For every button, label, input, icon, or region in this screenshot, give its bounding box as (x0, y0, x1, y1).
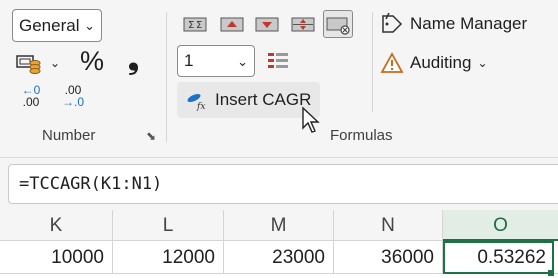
clear-rows-button[interactable] (323, 10, 353, 38)
svg-text:Σ: Σ (196, 20, 202, 31)
move-up-button[interactable] (219, 13, 245, 35)
formula-bar: =TCCAGR(K1:N1) (0, 158, 558, 210)
clear-icon (326, 17, 350, 35)
group-separator (372, 12, 373, 112)
increase-decimal-icon-bottom: .00 (22, 95, 40, 109)
formula-input[interactable]: =TCCAGR(K1:N1) (8, 164, 558, 204)
accounting-format-icon (16, 55, 41, 74)
column-header-l[interactable]: L (113, 210, 224, 241)
decrease-decimal-icon-bottom: →.0 (61, 95, 84, 109)
percent-style-button[interactable]: % (80, 46, 104, 77)
move-down-button[interactable] (254, 13, 280, 35)
auditing-button[interactable]: Auditing ⌄ (380, 51, 488, 75)
cell-k1[interactable]: 10000 (0, 241, 113, 274)
number-format-value: General (19, 15, 80, 35)
cell-l1[interactable]: 12000 (113, 241, 224, 274)
triangle-down-icon (255, 17, 279, 32)
count-dropdown[interactable]: 1 ⌄ (177, 45, 255, 77)
chevron-down-icon: ⌄ (84, 18, 95, 33)
accounting-format-button[interactable]: ⌄ (16, 50, 64, 76)
column-header-row: K L M N O (0, 210, 558, 241)
decrease-decimal-button[interactable]: .00 →.0 (58, 84, 88, 112)
svg-text:fx: fx (196, 102, 205, 111)
comma-style-button[interactable]: ❟ (128, 44, 139, 77)
dialog-launcher-icon[interactable]: ⬊ (146, 129, 156, 143)
expand-rows-button[interactable] (290, 13, 316, 35)
auditing-label: Auditing (410, 53, 472, 72)
cell-o1-selected[interactable]: 0.53262 (443, 241, 554, 274)
formula-text: =TCCAGR(K1:N1) (19, 174, 163, 194)
insert-cagr-label: Insert CAGR (215, 90, 312, 109)
mouse-pointer-icon (302, 106, 320, 133)
comma-icon: ❟ (128, 44, 139, 75)
cell-n1[interactable]: 36000 (334, 241, 443, 274)
formulas-group: Σ Σ 1 ⌄ fx Insert CAGR Name Manager Audi… (170, 0, 550, 152)
name-manager-label: Name Manager (410, 14, 528, 33)
chevron-down-icon: ⌄ (50, 56, 61, 70)
list-options-button[interactable] (266, 50, 290, 72)
fill-handle[interactable] (548, 270, 554, 276)
name-manager-button[interactable]: Name Manager (380, 12, 527, 36)
chevron-down-icon: ⌄ (237, 54, 248, 69)
count-dropdown-value: 1 (184, 51, 194, 70)
sigma-icon: Σ Σ (183, 17, 207, 32)
sum-rows-button[interactable]: Σ Σ (182, 13, 208, 35)
insert-cagr-button[interactable]: fx Insert CAGR (177, 82, 320, 118)
warning-icon (380, 52, 404, 73)
increase-decimal-button[interactable]: ←0 .00 (16, 84, 46, 112)
chevron-down-icon: ⌄ (477, 56, 488, 70)
function-icon: fx (187, 93, 205, 111)
number-format-dropdown[interactable]: General ⌄ (12, 9, 102, 42)
formulas-group-label: Formulas (330, 127, 393, 144)
svg-text:Σ: Σ (188, 20, 194, 31)
percent-icon: % (80, 46, 105, 76)
column-header-o[interactable]: O (443, 210, 558, 241)
expand-arrows-icon (291, 17, 315, 32)
triangle-up-icon (220, 17, 244, 32)
column-header-k[interactable]: K (0, 210, 113, 241)
column-header-m[interactable]: M (224, 210, 334, 241)
ribbon: General ⌄ ⌄ % ❟ ←0 .00 .00 →.0 Number ⬊ … (0, 0, 558, 158)
number-group-label: Number (42, 127, 96, 144)
spreadsheet-grid: K L M N O 10000 12000 23000 36000 0.5326… (0, 210, 558, 278)
column-header-n[interactable]: N (334, 210, 443, 241)
table-row: 10000 12000 23000 36000 0.53262 (0, 241, 558, 274)
cell-m1[interactable]: 23000 (224, 241, 334, 274)
tag-icon (382, 12, 403, 33)
group-separator (166, 12, 167, 142)
list-icon (268, 53, 288, 68)
number-group: General ⌄ ⌄ % ❟ ←0 .00 .00 →.0 Number ⬊ (0, 0, 166, 152)
